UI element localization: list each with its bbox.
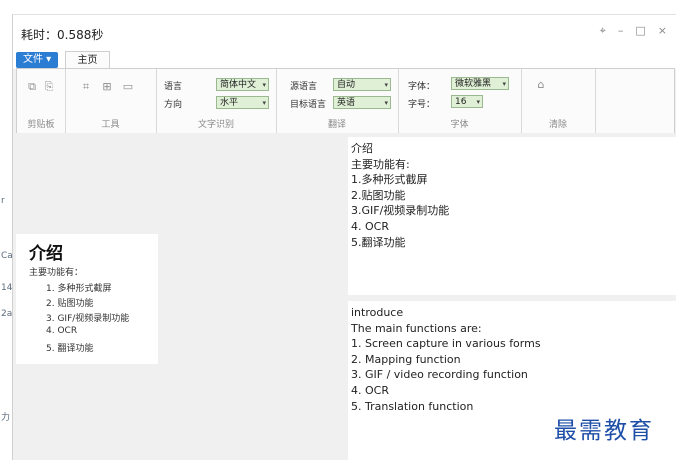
font-size-select[interactable]: 16 ▾ (451, 95, 483, 108)
font-size-label: 字号： (408, 100, 436, 110)
chevron-down-icon: ▾ (384, 99, 388, 107)
eraser-icon[interactable]: ⌂ (535, 79, 547, 91)
group-clipboard: ⧉ ⎘ 剪贴板 (17, 69, 66, 133)
pin-icon[interactable]: ⌖ (600, 24, 606, 38)
pinned-item: 1. 多种形式截屏 (46, 284, 112, 294)
group-ocr: 语言 简体中文 ▾ 方向 水平 ▾ 文字识别 (156, 69, 277, 133)
group-clear: ⌂ 清除 (521, 69, 596, 133)
group-label-clipboard: 剪贴板 (27, 120, 55, 130)
bg-fragment: 力 (1, 413, 11, 423)
source-language-select[interactable]: 自动 ▾ (333, 78, 391, 91)
file-menu-button[interactable]: 文件 ▾ (16, 52, 59, 68)
language-select[interactable]: 简体中文 ▾ (216, 78, 269, 91)
translation-line: 3. GIF / video recording function (351, 368, 528, 382)
translation-line: 2. Mapping function (351, 352, 461, 366)
pinned-intro: 主要功能有： (29, 268, 84, 278)
minimize-button[interactable]: – (618, 24, 624, 38)
source-line: 3.GIF/视频录制功能 (351, 204, 450, 218)
translation-line: 1. Screen capture in various forms (351, 337, 541, 351)
ribbon-tabs: 文件 ▾ 主页 (13, 51, 676, 69)
ocr-result-window: 耗时：0.588秒 ⌖ – □ × 文件 ▾ 主页 ⧉ ⎘ 剪贴板 ⌗ ⊞ ▭ … (12, 14, 676, 460)
language-select-value: 简体中文 (220, 80, 257, 90)
close-button[interactable]: × (658, 24, 667, 38)
group-font: 字体： 微软雅黑 ▾ 字号： 16 ▾ 字体 (398, 69, 522, 133)
pinned-item: 4. OCR (46, 326, 78, 336)
source-line: 1.多种形式截屏 (351, 173, 428, 187)
chevron-down-icon: ▾ (262, 81, 266, 89)
translation-line: introduce (351, 306, 404, 319)
source-language-value: 自动 (337, 80, 356, 90)
copy-icon[interactable]: ⧉ (26, 81, 38, 93)
paste-icon[interactable]: ⎘ (43, 81, 55, 93)
grid-icon[interactable]: ⊞ (101, 81, 113, 93)
target-language-label: 目标语言 (290, 100, 327, 110)
tab-home[interactable]: 主页 (65, 51, 110, 69)
source-line: 介绍 (351, 142, 373, 155)
source-text-pane[interactable]: 介绍 主要功能有: 1.多种形式截屏 2.贴图功能 3.GIF/视频录制功能 4… (348, 137, 676, 295)
bg-fragment: 2a (1, 309, 13, 319)
font-family-value: 微软雅黑 (455, 79, 492, 89)
target-language-select[interactable]: 英语 ▾ (333, 96, 391, 109)
pinned-item: 2. 贴图功能 (46, 299, 94, 309)
title-bar: 耗时：0.588秒 ⌖ – □ × (13, 15, 676, 51)
translation-line: 4. OCR (351, 383, 389, 397)
source-line: 2.贴图功能 (351, 188, 406, 202)
direction-select-value: 水平 (220, 98, 239, 108)
group-label-ocr: 文字识别 (197, 120, 234, 130)
window-controls: ⌖ – □ × (600, 24, 667, 38)
translation-line: The main functions are: (351, 321, 482, 335)
pinned-image[interactable]: 介绍 主要功能有： 1. 多种形式截屏 2. 贴图功能 3. GIF/视频录制功… (16, 234, 158, 364)
image-icon[interactable]: ▭ (122, 81, 134, 93)
pinned-title: 介绍 (29, 244, 63, 264)
pinned-item: 3. GIF/视频录制功能 (46, 314, 130, 324)
font-label: 字体： (408, 82, 436, 92)
bg-fragment: 14 (1, 283, 13, 293)
bg-fragment: r (1, 196, 5, 206)
group-label-tools: 工具 (101, 120, 120, 130)
direction-select[interactable]: 水平 ▾ (216, 96, 269, 109)
source-language-label: 源语言 (290, 82, 318, 92)
target-language-value: 英语 (337, 98, 356, 108)
group-translate: 源语言 自动 ▾ 目标语言 英语 ▾ 翻译 (276, 69, 399, 133)
background-window-strip: r Ca 14 2a 力 (0, 0, 13, 459)
group-label-font: 字体 (450, 120, 469, 130)
language-label: 语言 (164, 82, 183, 92)
font-family-select[interactable]: 微软雅黑 ▾ (451, 77, 509, 90)
group-label-translate: 翻译 (327, 120, 346, 130)
source-line: 4. OCR (351, 219, 389, 233)
chevron-down-icon: ▾ (476, 98, 480, 106)
ribbon-toolbar: ⧉ ⎘ 剪贴板 ⌗ ⊞ ▭ 工具 语言 简体中文 ▾ 方向 水平 ▾ 文字识别 源语… (16, 68, 675, 134)
watermark: 最需教育 (554, 418, 654, 444)
pinned-item: 5. 翻译功能 (46, 344, 94, 354)
group-label-clear: 清除 (548, 120, 567, 130)
group-tools: ⌗ ⊞ ▭ 工具 (65, 69, 157, 133)
font-size-value: 16 (455, 97, 467, 107)
window-title: 耗时：0.588秒 (21, 28, 104, 42)
direction-label: 方向 (164, 100, 183, 110)
chevron-down-icon: ▾ (502, 80, 506, 88)
source-line: 主要功能有: (351, 157, 410, 171)
chevron-down-icon: ▾ (262, 99, 266, 107)
maximize-button[interactable]: □ (635, 24, 645, 38)
scan-icon[interactable]: ⌗ (80, 81, 92, 93)
source-line: 5.翻译功能 (351, 235, 406, 249)
chevron-down-icon: ▾ (384, 81, 388, 89)
